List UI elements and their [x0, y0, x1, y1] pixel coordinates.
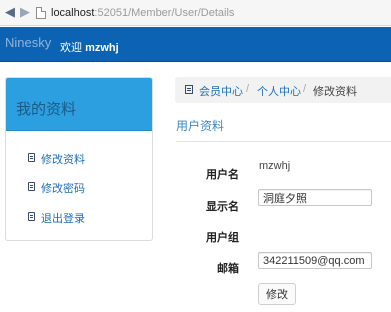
breadcrumb-separator: /: [246, 83, 250, 95]
document-icon: [28, 153, 35, 162]
sidebar-item-change-password[interactable]: 修改密码: [24, 179, 124, 195]
forward-arrow-icon[interactable]: ▶: [18, 4, 32, 20]
document-icon: [28, 182, 35, 191]
url-path: :52051/Member/User/Details: [94, 7, 235, 19]
sidebar-header: 我的资料: [6, 78, 152, 131]
welcome-prefix: 欢迎: [60, 42, 82, 54]
email-input[interactable]: [258, 252, 372, 269]
breadcrumb-personal-center[interactable]: 个人中心: [257, 83, 301, 99]
breadcrumb-separator: /: [303, 83, 307, 95]
back-arrow-icon[interactable]: ◀: [3, 4, 17, 20]
breadcrumb-member-center[interactable]: 会员中心: [199, 83, 243, 99]
sidebar-item-edit-profile[interactable]: 修改资料: [24, 150, 124, 166]
welcome-text: 欢迎 mzwhj: [60, 39, 119, 55]
email-label: 邮箱: [217, 263, 239, 275]
browser-address-bar: ◀ ▶ localhost:52051/Member/User/Details: [0, 0, 391, 26]
submit-button[interactable]: 修改: [258, 283, 296, 305]
home-document-icon: [185, 85, 193, 94]
brand-logo-text[interactable]: Ninesky: [5, 35, 51, 50]
section-divider: [176, 141, 391, 142]
document-icon: [28, 212, 35, 221]
sidebar-panel: 我的资料 修改资料 修改密码 退出登录: [5, 77, 153, 241]
username-label: 用户名: [206, 169, 239, 181]
welcome-username[interactable]: mzwhj: [85, 42, 119, 54]
section-title: 用户资料: [176, 119, 225, 133]
sidebar-item-logout[interactable]: 退出登录: [24, 209, 124, 225]
displayname-input[interactable]: [258, 189, 372, 206]
usergroup-label: 用户组: [206, 232, 239, 244]
sidebar-title: 我的资料: [16, 101, 77, 118]
url-field[interactable]: localhost:52051/Member/User/Details: [51, 6, 234, 20]
page-icon: [36, 7, 46, 19]
sidebar-item-label[interactable]: 修改密码: [41, 180, 85, 196]
sidebar-item-label[interactable]: 修改资料: [41, 151, 85, 167]
url-host: localhost: [51, 7, 95, 19]
top-navbar: Ninesky 欢迎 mzwhj: [0, 27, 391, 62]
breadcrumb: 会员中心 / 个人中心 / 修改资料: [175, 77, 391, 103]
breadcrumb-current: 修改资料: [313, 86, 357, 98]
displayname-label: 显示名: [206, 201, 239, 213]
sidebar-item-label[interactable]: 退出登录: [41, 210, 85, 226]
username-value: mzwhj: [259, 160, 291, 172]
